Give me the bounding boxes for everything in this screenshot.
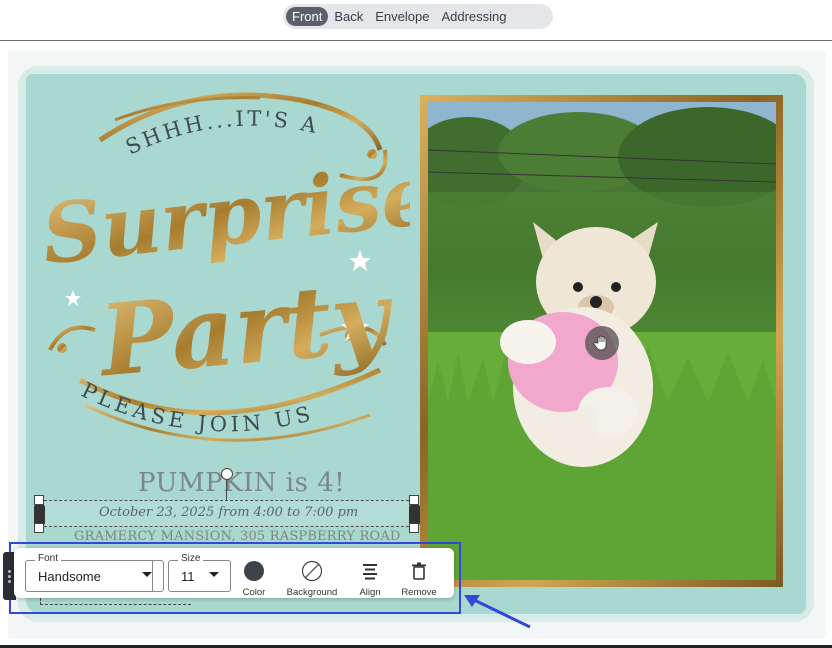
trash-icon [412,562,426,580]
rotate-handle[interactable] [221,468,233,480]
font-label: Font [35,553,62,564]
resize-handle-top-right[interactable] [409,495,419,505]
resize-handle-left[interactable] [34,505,45,525]
color-swatch-icon [244,561,264,581]
no-fill-icon [301,560,323,582]
headline-script-party: Party [93,259,399,399]
resize-handle-bottom-left[interactable] [34,523,44,533]
hand-grab-icon [593,335,607,351]
divider [0,40,832,41]
tab-back[interactable]: Back [328,7,369,26]
chevron-down-icon [142,572,152,577]
size-value: 11 [181,569,195,584]
background-label: Background [286,587,338,598]
align-label: Align [359,587,381,598]
chevron-down-icon [209,572,219,577]
remove-label: Remove [401,587,437,598]
color-label: Color [242,587,266,598]
background-button[interactable]: Background [282,560,342,598]
tab-envelope[interactable]: Envelope [369,7,435,26]
font-select[interactable]: Font Handsome [25,553,164,592]
resize-handle-bottom-right[interactable] [409,523,419,533]
view-tabs: Front Back Envelope Addressing [283,4,553,29]
resize-handle-right[interactable] [409,505,420,525]
align-center-icon [363,564,377,580]
surprise-party-artwork[interactable]: SHHH...IT'S A Surprise Party PLEASE JOIN… [40,80,410,450]
date-text[interactable]: October 23, 2025 from 4:00 to 7:00 pm [99,505,358,520]
size-label: Size [178,553,204,564]
rotate-handle-stem [226,479,227,500]
color-button[interactable]: Color [240,560,268,598]
font-value: Handsome [38,569,101,584]
tab-addressing[interactable]: Addressing [435,7,512,26]
resize-handle-top-left[interactable] [34,495,44,505]
tab-front[interactable]: Front [286,7,329,26]
size-select[interactable]: Size 11 [168,553,231,592]
annotation-arrow [464,595,531,629]
align-button[interactable]: Align [355,560,385,598]
guest-of-honor-text[interactable]: PUMPKIN is 4! [138,468,345,498]
font-select-divider [152,561,153,591]
photo-move-handle[interactable] [585,326,619,360]
remove-button[interactable]: Remove [398,560,440,598]
